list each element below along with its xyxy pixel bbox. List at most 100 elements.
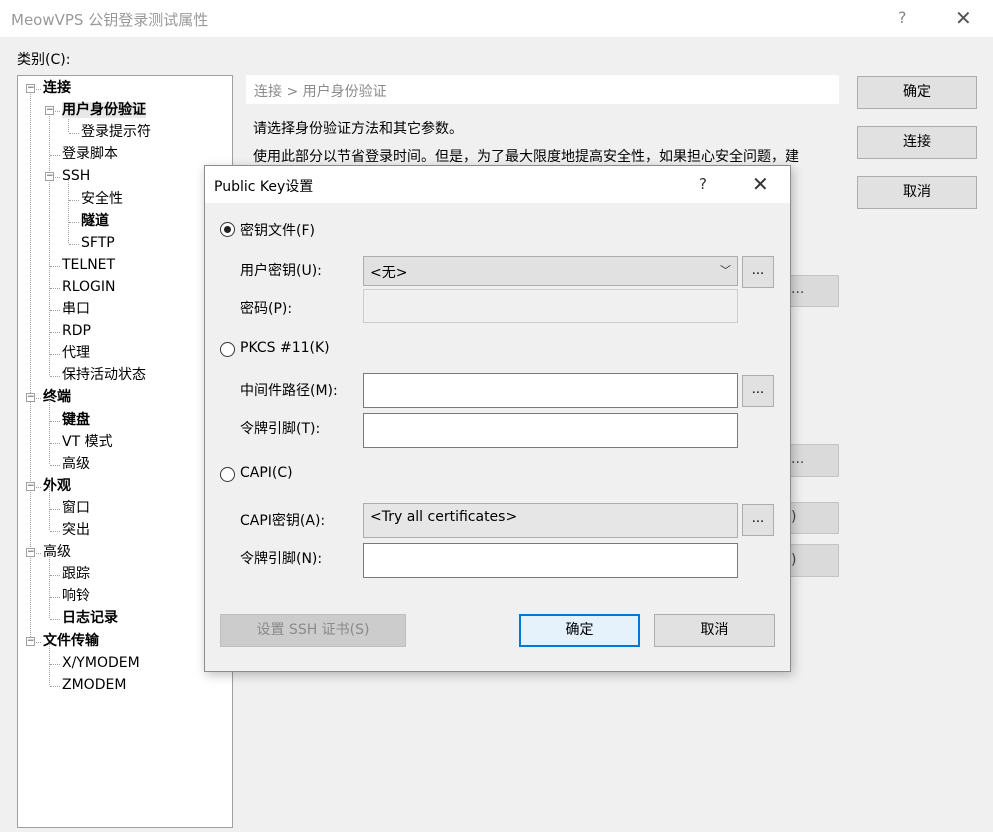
tree-guide-line	[30, 88, 31, 641]
middleware-path-field[interactable]	[363, 373, 738, 408]
tree-item-label: 用户身份验证	[62, 102, 146, 119]
tree-item[interactable]: X/YMODEM	[62, 654, 140, 672]
tree-connector	[50, 287, 60, 289]
tree-item[interactable]: 跟踪	[62, 565, 90, 583]
tree-item[interactable]: 键盘	[62, 411, 90, 429]
window-title-bar: MeowVPS 公钥登录测试属性 ? ✕	[0, 0, 993, 37]
breadcrumb: 连接 > 用户身份验证	[246, 75, 839, 104]
capi-key-label: CAPI密钥(A):	[240, 513, 326, 529]
tree-item[interactable]: 日志记录	[62, 609, 118, 627]
pkcs11-radio-label[interactable]: PKCS #11(K)	[240, 340, 330, 356]
tree-item[interactable]: 高级	[62, 455, 90, 473]
set-ssh-certificate-button[interactable]: 设置 SSH 证书(S)	[220, 614, 406, 647]
tree-item[interactable]: 响铃	[62, 587, 90, 605]
tree-toggle-icon[interactable]: −	[26, 84, 35, 93]
tree-item-label: 安全性	[81, 190, 123, 207]
capi-radio[interactable]	[220, 467, 235, 482]
panel-description-detail: 使用此部分以节省登录时间。但是，为了最大限度地提高安全性，如果担心安全问题，建	[253, 149, 799, 165]
tree-guide-line	[49, 110, 50, 376]
dialog-title: Public Key设置	[214, 179, 314, 195]
password-field[interactable]	[363, 289, 738, 323]
tree-connector	[50, 531, 60, 532]
dialog-cancel-button[interactable]: 取消	[654, 614, 775, 647]
user-key-select[interactable]: <无> ﹀	[363, 256, 738, 286]
tree-item[interactable]: 代理	[62, 344, 90, 362]
tree-item-label: RLOGIN	[62, 278, 116, 295]
cancel-button[interactable]: 取消	[857, 176, 977, 209]
close-icon[interactable]: ✕	[955, 6, 972, 30]
dialog-help-icon[interactable]: ?	[699, 175, 707, 193]
background-button-3-label: )	[791, 509, 797, 525]
tree-connector	[50, 597, 60, 599]
tree-connector	[50, 685, 60, 687]
tree-item-label: 文件传输	[43, 632, 99, 649]
capi-key-field[interactable]: <Try all certificates>	[363, 503, 738, 538]
tree-connector	[69, 243, 79, 245]
tree-toggle-icon[interactable]: −	[45, 172, 54, 182]
tree-connector	[69, 221, 79, 223]
tree-item[interactable]: 窗口	[62, 499, 90, 517]
tree-toggle-icon[interactable]: −	[26, 636, 35, 646]
tree-item[interactable]: SFTP	[81, 234, 115, 252]
tree-item-label: 高级	[62, 455, 90, 472]
help-icon[interactable]: ?	[898, 8, 907, 27]
tree-connector	[50, 442, 60, 444]
capi-radio-label[interactable]: CAPI(C)	[240, 465, 293, 481]
tree-item[interactable]: 保持活动状态	[62, 366, 146, 384]
token-pin-label: 令牌引脚(T):	[240, 421, 321, 437]
tree-item[interactable]: 串口	[62, 300, 90, 318]
tree-item[interactable]: 文件传输	[43, 632, 99, 650]
user-key-label: 用户密钥(U):	[240, 263, 322, 279]
tree-item-label: 响铃	[62, 588, 90, 605]
capi-token-pin-field[interactable]	[363, 543, 738, 578]
key-file-radio-label[interactable]: 密钥文件(F)	[240, 220, 315, 240]
capi-token-pin-label: 令牌引脚(N):	[240, 551, 323, 567]
dialog-close-icon[interactable]: ✕	[752, 172, 769, 196]
capi-key-browse-button[interactable]: ...	[742, 504, 774, 536]
tree-item[interactable]: 登录脚本	[62, 145, 118, 163]
background-button-4-label: )	[791, 552, 797, 568]
connect-button[interactable]: 连接	[857, 126, 977, 159]
tree-toggle-icon[interactable]: −	[45, 106, 54, 116]
tree-connector	[69, 133, 79, 135]
tree-item[interactable]: 登录提示符	[81, 123, 151, 141]
tree-item[interactable]: VT 模式	[62, 433, 113, 451]
chevron-down-icon: ﹀	[720, 264, 731, 277]
tree-item-label: 串口	[62, 301, 90, 317]
tree-item-label: 隧道	[81, 212, 109, 229]
middleware-browse-button[interactable]: ...	[742, 375, 774, 407]
pkcs11-radio[interactable]	[220, 342, 235, 357]
user-key-browse-button[interactable]: ...	[742, 256, 774, 288]
middleware-path-label: 中间件路径(M):	[240, 383, 338, 399]
tree-connector	[50, 332, 60, 334]
background-button-1-label: ...	[791, 281, 805, 297]
category-label: 类别(C):	[17, 52, 71, 68]
tree-toggle-icon[interactable]: −	[26, 548, 35, 558]
tree-item[interactable]: 用户身份验证	[62, 101, 146, 119]
tree-item[interactable]: SSH	[62, 167, 90, 185]
tree-item-label: 登录提示符	[81, 124, 151, 141]
dialog-ok-button[interactable]: 确定	[519, 614, 640, 647]
tree-toggle-icon[interactable]: −	[26, 393, 35, 403]
tree-connector	[50, 310, 60, 311]
tree-item[interactable]: ZMODEM	[62, 676, 126, 694]
tree-item[interactable]: RDP	[62, 322, 91, 340]
tree-item[interactable]: 终端	[43, 388, 71, 406]
tree-item[interactable]: 安全性	[81, 190, 123, 208]
ok-button[interactable]: 确定	[857, 76, 977, 109]
tree-item-label: 键盘	[62, 411, 90, 428]
tree-item[interactable]: 隧道	[81, 212, 109, 230]
tree-item[interactable]: TELNET	[62, 256, 115, 274]
tree-item[interactable]: RLOGIN	[62, 278, 116, 296]
tree-toggle-icon[interactable]: −	[26, 481, 35, 491]
token-pin-field[interactable]	[363, 413, 738, 448]
key-file-radio[interactable]	[220, 222, 235, 237]
tree-item[interactable]: 高级	[43, 543, 71, 561]
tree-item[interactable]: 连接	[43, 79, 71, 97]
tree-item[interactable]: 突出	[62, 521, 90, 539]
category-tree[interactable]: 连接 − 用户身份验证 − 登录提示符 登录脚本 SSH − 安全性 隧道 SFTP TELNET RL…	[17, 75, 233, 828]
tree-item[interactable]: 外观	[43, 477, 71, 495]
tree-item-label: 日志记录	[62, 610, 118, 627]
panel-description: 请选择身份验证方法和其它参数。	[253, 121, 463, 137]
breadcrumb-text: 连接 > 用户身份验证	[254, 84, 387, 100]
